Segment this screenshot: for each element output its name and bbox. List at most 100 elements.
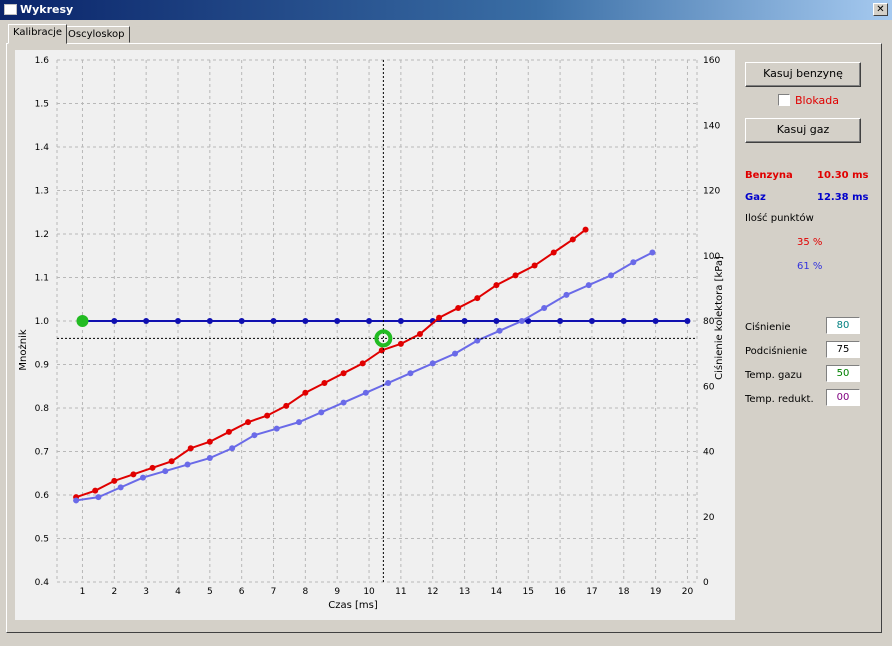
series-point[interactable] xyxy=(429,360,436,367)
series-point[interactable] xyxy=(206,455,213,462)
series-point[interactable] xyxy=(461,318,468,324)
y-right-tick-label: 40 xyxy=(703,448,715,458)
kasuj-gaz-button[interactable]: Kasuj gaz xyxy=(745,118,861,143)
series-point[interactable] xyxy=(362,389,369,396)
series-point[interactable] xyxy=(206,438,213,445)
calibration-chart[interactable]: 0.4 0.5 0.6 0.7 0.8 0.9 1.0 1.1 1.2 1.3 1.4 1.5 1.6 0… xyxy=(15,50,735,620)
y-left-tick-label: 1.0 xyxy=(35,317,50,327)
window-icon xyxy=(4,4,17,15)
series-point[interactable] xyxy=(111,477,118,484)
series-point[interactable] xyxy=(168,458,175,465)
series-point[interactable] xyxy=(73,497,80,504)
series-point[interactable] xyxy=(436,314,443,321)
series-point[interactable] xyxy=(340,399,347,406)
close-button[interactable]: ✕ xyxy=(873,3,888,16)
series-point[interactable] xyxy=(139,474,146,481)
series-point[interactable] xyxy=(117,484,124,491)
x-tick-label: 14 xyxy=(491,587,503,597)
series-point[interactable] xyxy=(174,318,181,324)
series-point[interactable] xyxy=(295,419,302,426)
series-point[interactable] xyxy=(318,409,325,416)
series-point[interactable] xyxy=(111,318,118,324)
series-point[interactable] xyxy=(264,412,271,419)
benzyna-label: Benzyna xyxy=(745,170,793,181)
series-point[interactable] xyxy=(557,318,564,324)
series-point[interactable] xyxy=(569,236,576,243)
series-point[interactable] xyxy=(649,249,656,256)
series-point[interactable] xyxy=(162,468,169,475)
series-point[interactable] xyxy=(512,272,519,279)
series-point[interactable] xyxy=(407,370,414,377)
series-point[interactable] xyxy=(321,379,328,386)
series-point[interactable] xyxy=(582,226,589,233)
series-point[interactable] xyxy=(302,389,309,396)
series-point[interactable] xyxy=(270,318,277,324)
series-point[interactable] xyxy=(684,318,691,324)
x-tick-label: 19 xyxy=(650,587,662,597)
series-point[interactable] xyxy=(452,350,459,357)
x-tick-label: 15 xyxy=(523,587,534,597)
series-point[interactable] xyxy=(531,262,538,269)
series-point[interactable] xyxy=(474,295,481,302)
series-point[interactable] xyxy=(149,464,156,471)
y-right-axis-label: Ciśnienie kolektora [kPa] xyxy=(713,256,725,380)
tab-label: Oscyloskop xyxy=(68,29,125,40)
series-point[interactable] xyxy=(366,318,373,324)
series-point[interactable] xyxy=(334,318,341,324)
tab-label: Kalibracje xyxy=(13,27,63,38)
series-point[interactable] xyxy=(563,291,570,298)
series-point[interactable] xyxy=(130,471,137,478)
series-point[interactable] xyxy=(541,304,548,311)
series-point[interactable] xyxy=(397,318,404,324)
series-point[interactable] xyxy=(302,318,309,324)
series-point[interactable] xyxy=(245,419,252,426)
series-point[interactable] xyxy=(206,318,213,324)
series-point[interactable] xyxy=(340,370,347,377)
series-point[interactable] xyxy=(238,318,245,324)
series-point[interactable] xyxy=(95,494,102,501)
button-label: Kasuj gaz xyxy=(776,123,830,136)
series-point[interactable] xyxy=(550,249,557,256)
series-point[interactable] xyxy=(496,327,503,334)
series-point[interactable] xyxy=(493,282,500,289)
series-point[interactable] xyxy=(229,445,236,452)
blokada-checkbox[interactable] xyxy=(778,94,790,106)
series-start-point[interactable] xyxy=(76,315,89,327)
series-point[interactable] xyxy=(92,487,99,494)
series-point[interactable] xyxy=(620,318,627,324)
kasuj-benzyne-button[interactable]: Kasuj benzynę xyxy=(745,62,861,87)
series-point[interactable] xyxy=(397,340,404,347)
series-point[interactable] xyxy=(187,445,194,452)
y-right-tick-label: 160 xyxy=(703,56,720,66)
series-point[interactable] xyxy=(588,318,595,324)
tab-oscyloskop[interactable]: Oscyloskop xyxy=(63,26,130,43)
series-point[interactable] xyxy=(283,402,290,409)
y-right-tick-label: 20 xyxy=(703,513,715,523)
benzyna-value: 10.30 ms xyxy=(817,170,869,181)
series-point[interactable] xyxy=(143,318,150,324)
y-left-tick-label: 1.1 xyxy=(35,274,49,284)
series-point[interactable] xyxy=(493,318,500,324)
x-tick-label: 12 xyxy=(427,587,438,597)
title-bar: Wykresy ✕ xyxy=(0,0,892,20)
y-left-axis-label: Mnożnik xyxy=(18,329,29,370)
benzyna-points-percent: 35 % xyxy=(797,237,823,248)
series-point[interactable] xyxy=(378,347,385,354)
series-point[interactable] xyxy=(416,331,423,338)
series-point[interactable] xyxy=(608,272,615,279)
series-point[interactable] xyxy=(385,379,392,386)
y-left-tick-label: 1.6 xyxy=(35,56,50,66)
series-point[interactable] xyxy=(184,461,191,468)
series-point[interactable] xyxy=(652,318,659,324)
series-point[interactable] xyxy=(251,432,258,439)
series-point[interactable] xyxy=(273,425,280,432)
y-left-tick-label: 1.2 xyxy=(35,230,49,240)
series-point[interactable] xyxy=(585,282,592,289)
tab-kalibracje[interactable]: Kalibracje xyxy=(8,24,68,44)
temp-redukt-label: Temp. redukt. xyxy=(745,394,814,405)
series-point[interactable] xyxy=(630,259,637,266)
series-point[interactable] xyxy=(455,304,462,311)
series-point[interactable] xyxy=(359,360,366,367)
series-point[interactable] xyxy=(518,318,525,324)
series-point[interactable] xyxy=(225,428,232,435)
